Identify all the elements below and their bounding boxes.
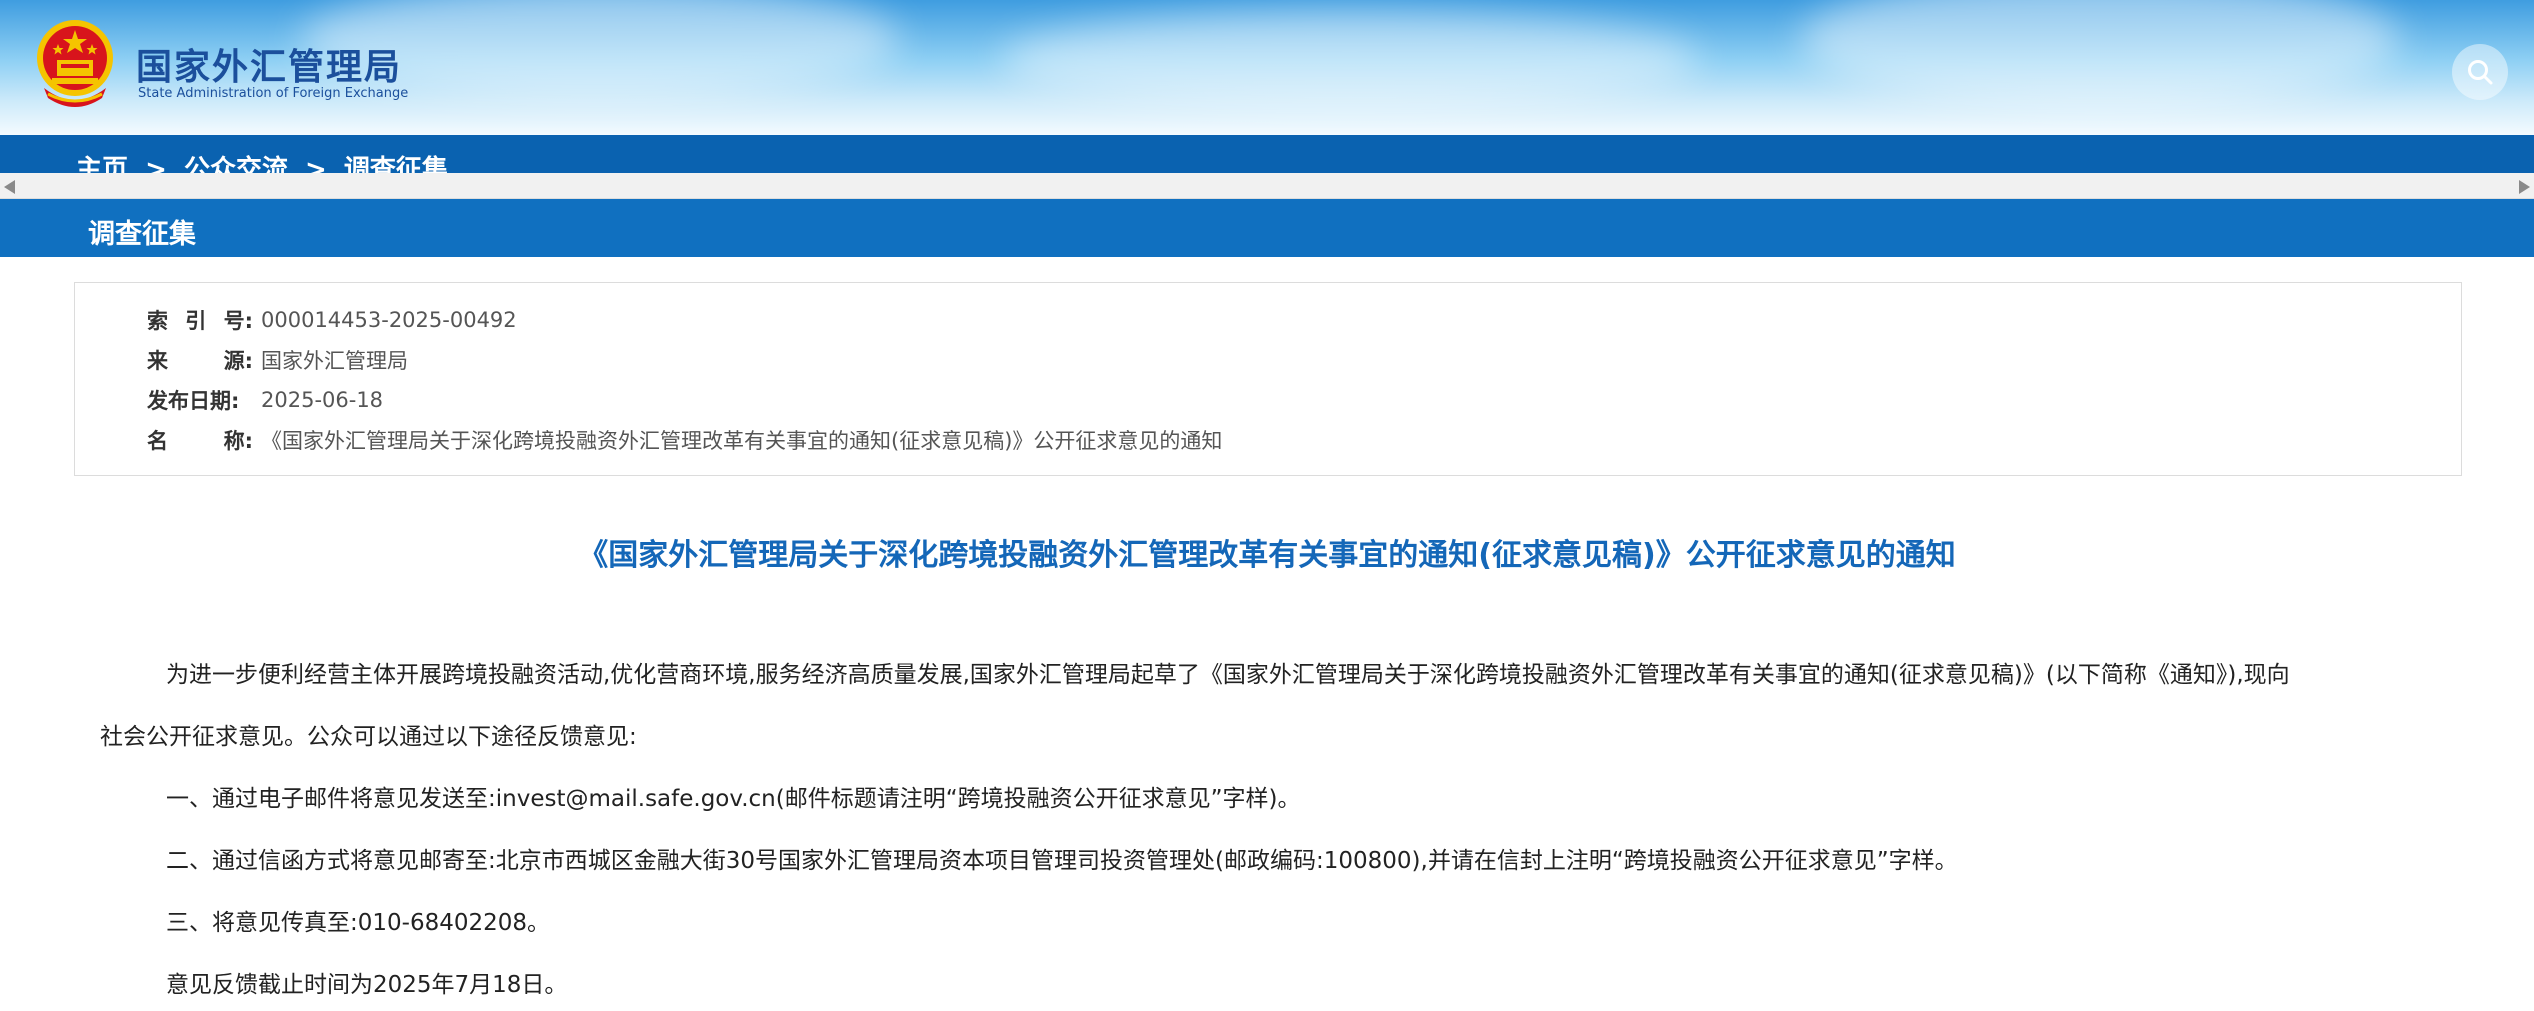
meta-row-date: 发布日期: 2025-06-18	[147, 385, 383, 415]
meta-label-index: 索引号:	[147, 309, 253, 333]
meta-row-index: 索引号: 000014453-2025-00492	[147, 305, 517, 335]
search-button[interactable]	[2452, 44, 2508, 100]
meta-label-name: 名称:	[147, 429, 253, 453]
body-paragraph-1-line-1: 为进一步便利经营主体开展跨境投融资活动,优化营商环境,服务经济高质量发展,国家外…	[166, 662, 2290, 688]
meta-value-name: 《国家外汇管理局关于深化跨境投融资外汇管理改革有关事宜的通知(征求意见稿)》公开…	[261, 429, 1223, 453]
meta-label-source: 来源:	[147, 349, 253, 373]
meta-value-source: 国家外汇管理局	[261, 349, 408, 373]
meta-row-name: 名称: 《国家外汇管理局关于深化跨境投融资外汇管理改革有关事宜的通知(征求意见稿…	[147, 425, 1222, 455]
body-item-3: 三、将意见传真至:010-68402208。	[166, 910, 551, 936]
search-icon	[2468, 60, 2493, 85]
section-header: 调查征集	[0, 199, 2534, 257]
breadcrumb-separator: >	[305, 155, 327, 173]
breadcrumb-survey[interactable]: 调查征集	[344, 155, 448, 173]
body-item-1: 一、通过电子邮件将意见发送至:invest@mail.safe.gov.cn(邮…	[166, 786, 1301, 812]
site-subtitle: State Administration of Foreign Exchange	[138, 86, 409, 101]
site-title[interactable]: 国家外汇管理局	[136, 38, 402, 90]
site-header: 国家外汇管理局 State Administration of Foreign …	[0, 0, 2534, 135]
breadcrumb-separator: >	[145, 155, 167, 173]
national-emblem-icon[interactable]	[34, 16, 116, 108]
scroll-right-arrow-icon[interactable]	[2519, 180, 2530, 194]
body-deadline: 意见反馈截止时间为2025年7月18日。	[166, 972, 568, 998]
scroll-left-arrow-icon[interactable]	[4, 180, 15, 194]
document-title: 《国家外汇管理局关于深化跨境投融资外汇管理改革有关事宜的通知(征求意见稿)》公开…	[578, 538, 1956, 573]
breadcrumb: 主页 > 公众交流 > 调查征集	[76, 149, 456, 173]
meta-value-index: 000014453-2025-00492	[261, 308, 517, 332]
meta-label-date: 发布日期:	[147, 389, 240, 413]
body-item-2: 二、通过信函方式将意见邮寄至:北京市西城区金融大街30号国家外汇管理局资本项目管…	[166, 848, 1958, 874]
section-title: 调查征集	[88, 219, 196, 250]
body-paragraph-1-line-2: 社会公开征求意见。公众可以通过以下途径反馈意见:	[100, 724, 637, 750]
meta-row-source: 来源: 国家外汇管理局	[147, 345, 408, 375]
breadcrumb-home[interactable]: 主页	[76, 155, 128, 173]
document-meta-box: 索引号: 000014453-2025-00492 来源: 国家外汇管理局 发布…	[74, 282, 2462, 476]
breadcrumb-public-exchange[interactable]: 公众交流	[184, 155, 288, 173]
meta-value-date: 2025-06-18	[261, 388, 384, 412]
nav-bar: 主页 > 公众交流 > 调查征集	[0, 135, 2534, 173]
horizontal-scrollbar[interactable]	[0, 173, 2534, 199]
